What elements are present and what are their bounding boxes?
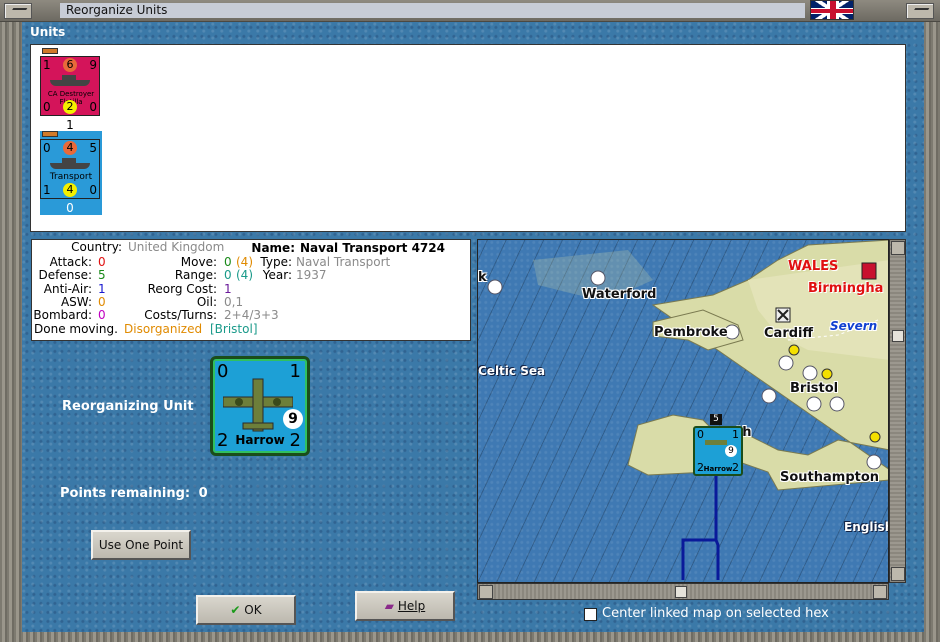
year-value: 1937 bbox=[296, 268, 327, 282]
unit-stat: 5 bbox=[89, 141, 97, 155]
window-title: Reorganize Units bbox=[60, 3, 805, 18]
unit-stat: 1 bbox=[43, 183, 51, 197]
status-text: Done moving. bbox=[34, 322, 118, 336]
map-place-label: Celtic Sea bbox=[478, 364, 546, 378]
defense-label: Defense: bbox=[38, 268, 92, 282]
unit-count: 1 bbox=[66, 118, 74, 132]
map-place-label: English bbox=[844, 520, 889, 534]
year-label: Year: bbox=[262, 268, 292, 282]
unit-count: 0 bbox=[66, 201, 74, 215]
map-place-label: Birmingha bbox=[808, 281, 884, 296]
map-place-label: Cardiff bbox=[764, 326, 814, 341]
scroll-left-arrow-icon[interactable] bbox=[479, 585, 493, 599]
scroll-down-arrow-icon[interactable] bbox=[891, 567, 905, 581]
help-label: Help bbox=[397, 599, 426, 613]
minimize-button[interactable] bbox=[4, 3, 32, 19]
ship-icon bbox=[50, 75, 90, 86]
stack-icon bbox=[42, 131, 58, 137]
range-max-value: (4) bbox=[236, 268, 253, 282]
unit-counter[interactable]: 1 6 9 CA Destroyer Flotilla 0 2 0 bbox=[40, 56, 100, 116]
range-label: Range: bbox=[174, 268, 217, 282]
range-value: 0 bbox=[224, 268, 232, 282]
reorganizing-unit-label: Reorganizing Unit bbox=[62, 399, 194, 414]
status-location: [Bristol] bbox=[210, 322, 258, 336]
map-place-label: Pembroke bbox=[654, 325, 728, 340]
map-place-label: Southampton bbox=[780, 470, 880, 485]
unit-badge: 9 bbox=[725, 445, 737, 457]
book-icon: ▰ bbox=[384, 599, 395, 613]
map-place-label: Waterford bbox=[582, 287, 657, 302]
unit-name: Harrow bbox=[235, 433, 285, 447]
scroll-thumb[interactable] bbox=[892, 330, 904, 342]
points-remaining: Points remaining: 0 bbox=[60, 486, 208, 501]
unit-counter[interactable]: 0 4 5 Transport 1 4 0 bbox=[40, 139, 100, 199]
bombard-label: Bombard: bbox=[33, 308, 92, 322]
unit-stat: 4 bbox=[63, 141, 77, 155]
linked-map[interactable]: Waterford Pembroke Cardiff Bristol South… bbox=[477, 239, 889, 583]
close-button[interactable] bbox=[906, 3, 934, 19]
center-map-checkbox[interactable] bbox=[584, 608, 597, 621]
title-bar: Reorganize Units bbox=[0, 0, 940, 22]
unit-stat: 0 bbox=[89, 100, 97, 114]
map-place-label: Bristol bbox=[790, 381, 839, 396]
bomber-icon bbox=[223, 378, 293, 432]
center-map-label: Center linked map on selected hex bbox=[602, 606, 829, 621]
unit-item[interactable]: 0 4 5 Transport 1 4 0 0 bbox=[40, 131, 102, 215]
units-list[interactable]: 1 6 9 CA Destroyer Flotilla 0 2 0 1 0 4 … bbox=[30, 44, 906, 232]
scroll-up-arrow-icon[interactable] bbox=[891, 241, 905, 255]
uk-flag-icon bbox=[810, 0, 854, 20]
country-value: United Kingdom bbox=[128, 240, 225, 254]
map-horizontal-scrollbar[interactable] bbox=[477, 583, 889, 600]
unit-name: Harrow bbox=[703, 465, 733, 473]
unit-stat: 9 bbox=[89, 58, 97, 72]
help-button[interactable]: ▰ Help bbox=[355, 591, 455, 621]
name-value: Naval Transport 4724 bbox=[300, 241, 445, 255]
map-place-label: k bbox=[478, 270, 487, 285]
scroll-right-arrow-icon[interactable] bbox=[873, 585, 887, 599]
bombard-value: 0 bbox=[98, 308, 106, 322]
status-organization: Disorganized bbox=[124, 322, 203, 336]
unit-name: Transport bbox=[49, 172, 93, 182]
points-label: Points remaining: bbox=[60, 486, 191, 501]
unit-badge: 9 bbox=[283, 409, 303, 429]
points-value: 0 bbox=[198, 486, 208, 501]
stack-count-badge: 5 bbox=[710, 414, 722, 425]
stack-icon bbox=[42, 48, 58, 54]
bomber-icon bbox=[705, 440, 727, 445]
unit-info-panel: Country: United Kingdom Name: Naval Tran… bbox=[31, 239, 471, 341]
costs-value: 2+4/3+3 bbox=[224, 308, 279, 322]
map-place-label: Severn bbox=[830, 319, 878, 333]
ship-icon bbox=[50, 158, 90, 169]
unit-stat: 0 bbox=[43, 141, 51, 155]
unit-stat: 2 bbox=[63, 100, 77, 114]
scroll-thumb[interactable] bbox=[675, 586, 687, 598]
ok-button[interactable]: ✔ OK bbox=[196, 595, 296, 625]
map-place-label: WALES bbox=[788, 259, 839, 274]
unit-stat: 1 bbox=[732, 428, 739, 441]
unit-stat: 1 bbox=[43, 58, 51, 72]
reorganizing-unit-counter: 0 1 9 2 2 Harrow bbox=[210, 356, 310, 456]
unit-item[interactable]: 1 6 9 CA Destroyer Flotilla 0 2 0 1 bbox=[40, 48, 102, 132]
unit-stat: 0 bbox=[697, 428, 704, 441]
map-unit-counter[interactable]: 0 1 9 2 2 Harrow bbox=[693, 426, 743, 476]
unit-stat: 4 bbox=[63, 183, 77, 197]
costs-label: Costs/Turns: bbox=[144, 308, 217, 322]
ok-label: OK bbox=[244, 603, 262, 617]
checkmark-icon: ✔ bbox=[230, 603, 241, 617]
country-label: Country: bbox=[71, 240, 122, 254]
use-one-point-button[interactable]: Use One Point bbox=[91, 530, 191, 560]
unit-stat: 6 bbox=[63, 58, 77, 72]
map-vertical-scrollbar[interactable] bbox=[889, 239, 906, 583]
defense-value: 5 bbox=[98, 268, 106, 282]
units-label: Units bbox=[30, 25, 66, 39]
unit-stat: 0 bbox=[43, 100, 51, 114]
unit-stat: 0 bbox=[89, 183, 97, 197]
name-label: Name: bbox=[251, 241, 295, 255]
